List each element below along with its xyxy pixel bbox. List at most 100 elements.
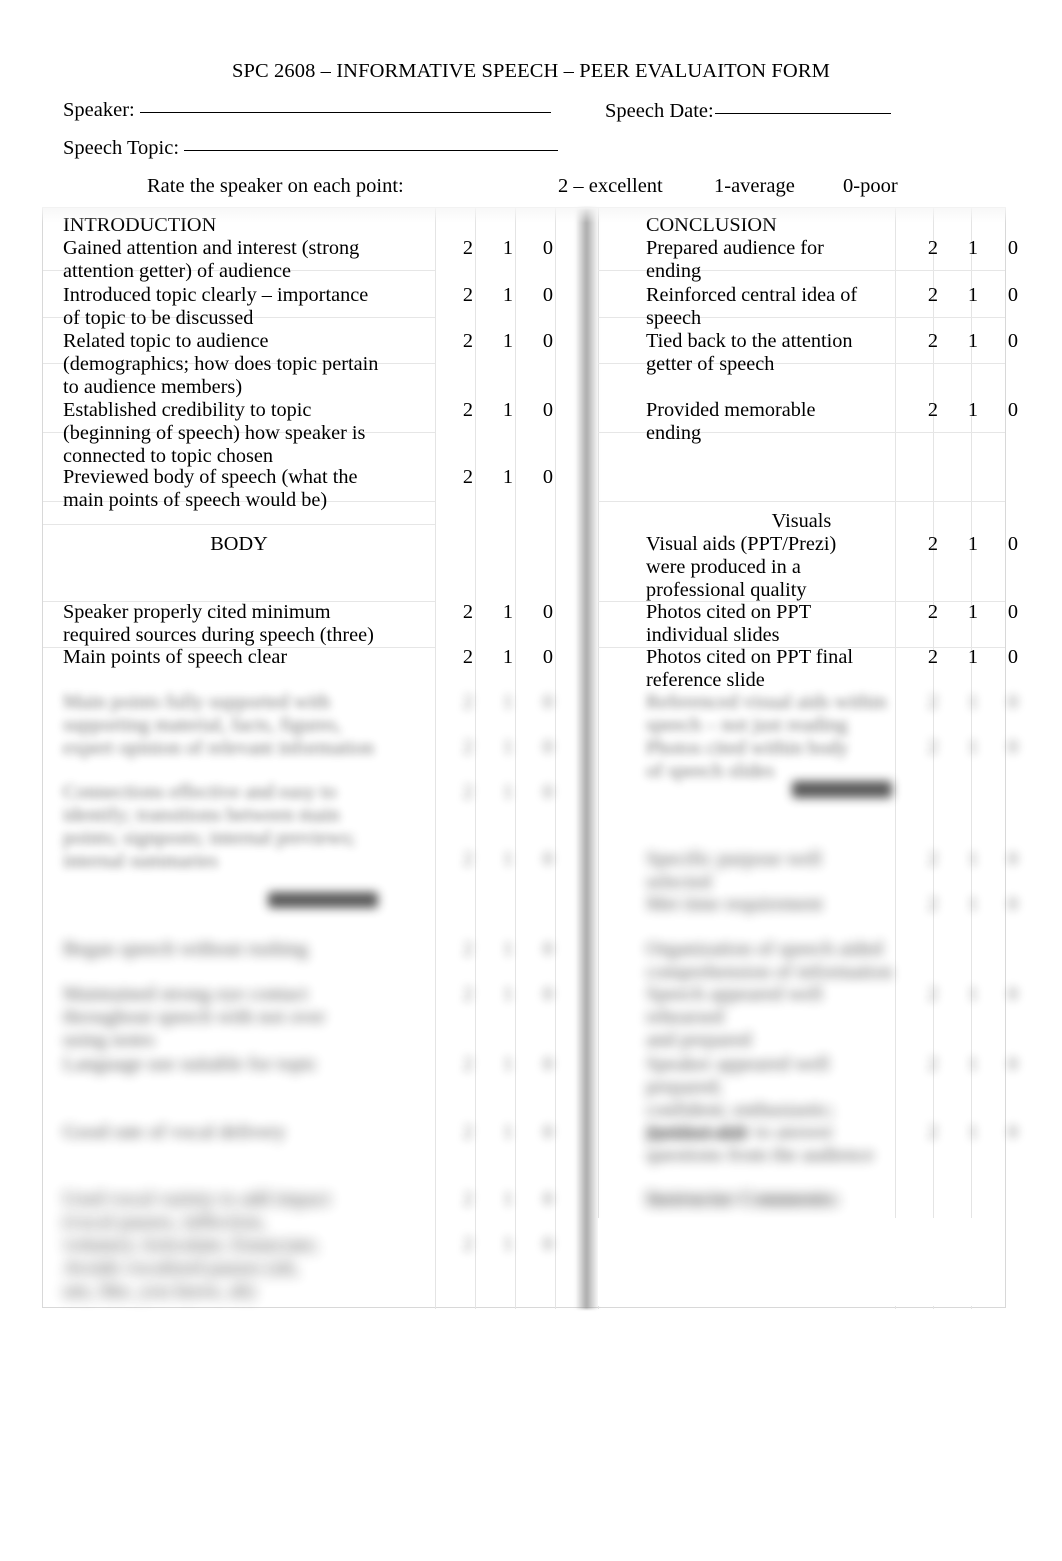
- speech-date-input-line[interactable]: [714, 113, 891, 114]
- obscured-rating-options[interactable]: 210: [913, 736, 1033, 759]
- rating-option-1[interactable]: 1: [488, 983, 528, 1006]
- rating-option-0[interactable]: 0: [993, 646, 1033, 669]
- rating-option-0[interactable]: 0: [528, 601, 568, 624]
- rating-option-0[interactable]: 0: [993, 736, 1033, 759]
- rating-options[interactable]: 210: [913, 284, 1033, 307]
- rating-option-0[interactable]: 0: [528, 466, 568, 489]
- rating-option-2[interactable]: 2: [448, 1053, 488, 1076]
- rating-option-0[interactable]: 0: [528, 1233, 568, 1256]
- rating-option-1[interactable]: 1: [953, 848, 993, 871]
- rating-option-2[interactable]: 2: [913, 330, 953, 353]
- obscured-rating-options[interactable]: 210: [448, 1121, 568, 1144]
- rating-options[interactable]: 210: [913, 330, 1033, 353]
- rating-option-1[interactable]: 1: [488, 1188, 528, 1211]
- rating-options[interactable]: 210: [448, 646, 568, 669]
- rating-option-1[interactable]: 1: [488, 1121, 528, 1144]
- rating-options[interactable]: 210: [913, 399, 1033, 422]
- rating-option-2[interactable]: 2: [448, 1121, 488, 1144]
- rating-option-0[interactable]: 0: [993, 893, 1033, 916]
- rating-option-1[interactable]: 1: [488, 466, 528, 489]
- obscured-rating-options[interactable]: 210: [913, 848, 1033, 871]
- obscured-rating-options[interactable]: 210: [448, 938, 568, 961]
- obscured-rating-options[interactable]: 210: [913, 1053, 1033, 1076]
- rating-option-1[interactable]: 1: [488, 284, 528, 307]
- rating-option-2[interactable]: 2: [913, 691, 953, 714]
- rating-option-1[interactable]: 1: [488, 781, 528, 804]
- rating-option-0[interactable]: 0: [528, 848, 568, 871]
- rating-option-2[interactable]: 2: [913, 893, 953, 916]
- rating-option-0[interactable]: 0: [528, 781, 568, 804]
- rating-option-2[interactable]: 2: [913, 284, 953, 307]
- obscured-rating-options[interactable]: 210: [448, 983, 568, 1006]
- rating-option-2[interactable]: 2: [448, 237, 488, 260]
- rating-option-2[interactable]: 2: [448, 1188, 488, 1211]
- rating-option-1[interactable]: 1: [488, 330, 528, 353]
- rating-option-2[interactable]: 2: [913, 601, 953, 624]
- rating-option-1[interactable]: 1: [953, 893, 993, 916]
- rating-option-2[interactable]: 2: [913, 848, 953, 871]
- rating-option-2[interactable]: 2: [913, 237, 953, 260]
- rating-options[interactable]: 210: [448, 237, 568, 260]
- rating-option-1[interactable]: 1: [488, 646, 528, 669]
- rating-option-2[interactable]: 2: [448, 1233, 488, 1256]
- obscured-rating-options[interactable]: 210: [448, 1233, 568, 1256]
- rating-option-1[interactable]: 1: [488, 938, 528, 961]
- rating-option-0[interactable]: 0: [993, 330, 1033, 353]
- rating-option-0[interactable]: 0: [993, 237, 1033, 260]
- obscured-rating-options[interactable]: 210: [913, 893, 1033, 916]
- obscured-rating-options[interactable]: 210: [448, 1053, 568, 1076]
- rating-option-0[interactable]: 0: [993, 399, 1033, 422]
- rating-option-0[interactable]: 0: [528, 284, 568, 307]
- rating-option-2[interactable]: 2: [913, 1053, 953, 1076]
- rating-option-1[interactable]: 1: [488, 691, 528, 714]
- rating-option-0[interactable]: 0: [993, 848, 1033, 871]
- rating-options[interactable]: 210: [448, 399, 568, 422]
- rating-option-2[interactable]: 2: [448, 330, 488, 353]
- rating-option-2[interactable]: 2: [448, 466, 488, 489]
- rating-option-0[interactable]: 0: [993, 284, 1033, 307]
- speaker-input-line[interactable]: [139, 112, 551, 113]
- obscured-rating-options[interactable]: 210: [448, 781, 568, 804]
- rating-option-2[interactable]: 2: [448, 601, 488, 624]
- rating-option-2[interactable]: 2: [913, 646, 953, 669]
- obscured-rating-options[interactable]: 210: [448, 848, 568, 871]
- rating-option-0[interactable]: 0: [993, 691, 1033, 714]
- rating-option-2[interactable]: 2: [913, 983, 953, 1006]
- rating-option-1[interactable]: 1: [953, 1053, 993, 1076]
- rating-option-0[interactable]: 0: [528, 1188, 568, 1211]
- rating-option-0[interactable]: 0: [528, 938, 568, 961]
- rating-option-0[interactable]: 0: [528, 691, 568, 714]
- rating-option-2[interactable]: 2: [448, 399, 488, 422]
- rating-option-2[interactable]: 2: [913, 736, 953, 759]
- rating-option-1[interactable]: 1: [488, 601, 528, 624]
- rating-options[interactable]: 210: [913, 601, 1033, 624]
- rating-option-1[interactable]: 1: [488, 848, 528, 871]
- rating-option-1[interactable]: 1: [953, 691, 993, 714]
- rating-option-0[interactable]: 0: [528, 983, 568, 1006]
- rating-option-2[interactable]: 2: [448, 646, 488, 669]
- rating-options[interactable]: 210: [913, 533, 1033, 556]
- rating-options[interactable]: 210: [913, 237, 1033, 260]
- obscured-rating-options[interactable]: 210: [913, 691, 1033, 714]
- rating-option-1[interactable]: 1: [488, 1233, 528, 1256]
- rating-options[interactable]: 210: [448, 330, 568, 353]
- rating-option-1[interactable]: 1: [953, 646, 993, 669]
- rating-option-1[interactable]: 1: [953, 399, 993, 422]
- rating-option-0[interactable]: 0: [528, 1053, 568, 1076]
- rating-option-1[interactable]: 1: [488, 399, 528, 422]
- rating-option-0[interactable]: 0: [993, 1053, 1033, 1076]
- rating-options[interactable]: 210: [448, 284, 568, 307]
- rating-option-2[interactable]: 2: [448, 736, 488, 759]
- rating-option-1[interactable]: 1: [488, 1053, 528, 1076]
- rating-option-1[interactable]: 1: [488, 237, 528, 260]
- rating-option-1[interactable]: 1: [953, 736, 993, 759]
- obscured-rating-options[interactable]: 210: [448, 1188, 568, 1211]
- rating-options[interactable]: 210: [448, 466, 568, 489]
- rating-option-2[interactable]: 2: [448, 938, 488, 961]
- rating-option-0[interactable]: 0: [528, 1121, 568, 1144]
- rating-options[interactable]: 210: [913, 646, 1033, 669]
- obscured-rating-options[interactable]: 210: [448, 691, 568, 714]
- rating-option-0[interactable]: 0: [528, 330, 568, 353]
- rating-option-0[interactable]: 0: [528, 646, 568, 669]
- obscured-rating-options[interactable]: 210: [913, 983, 1033, 1006]
